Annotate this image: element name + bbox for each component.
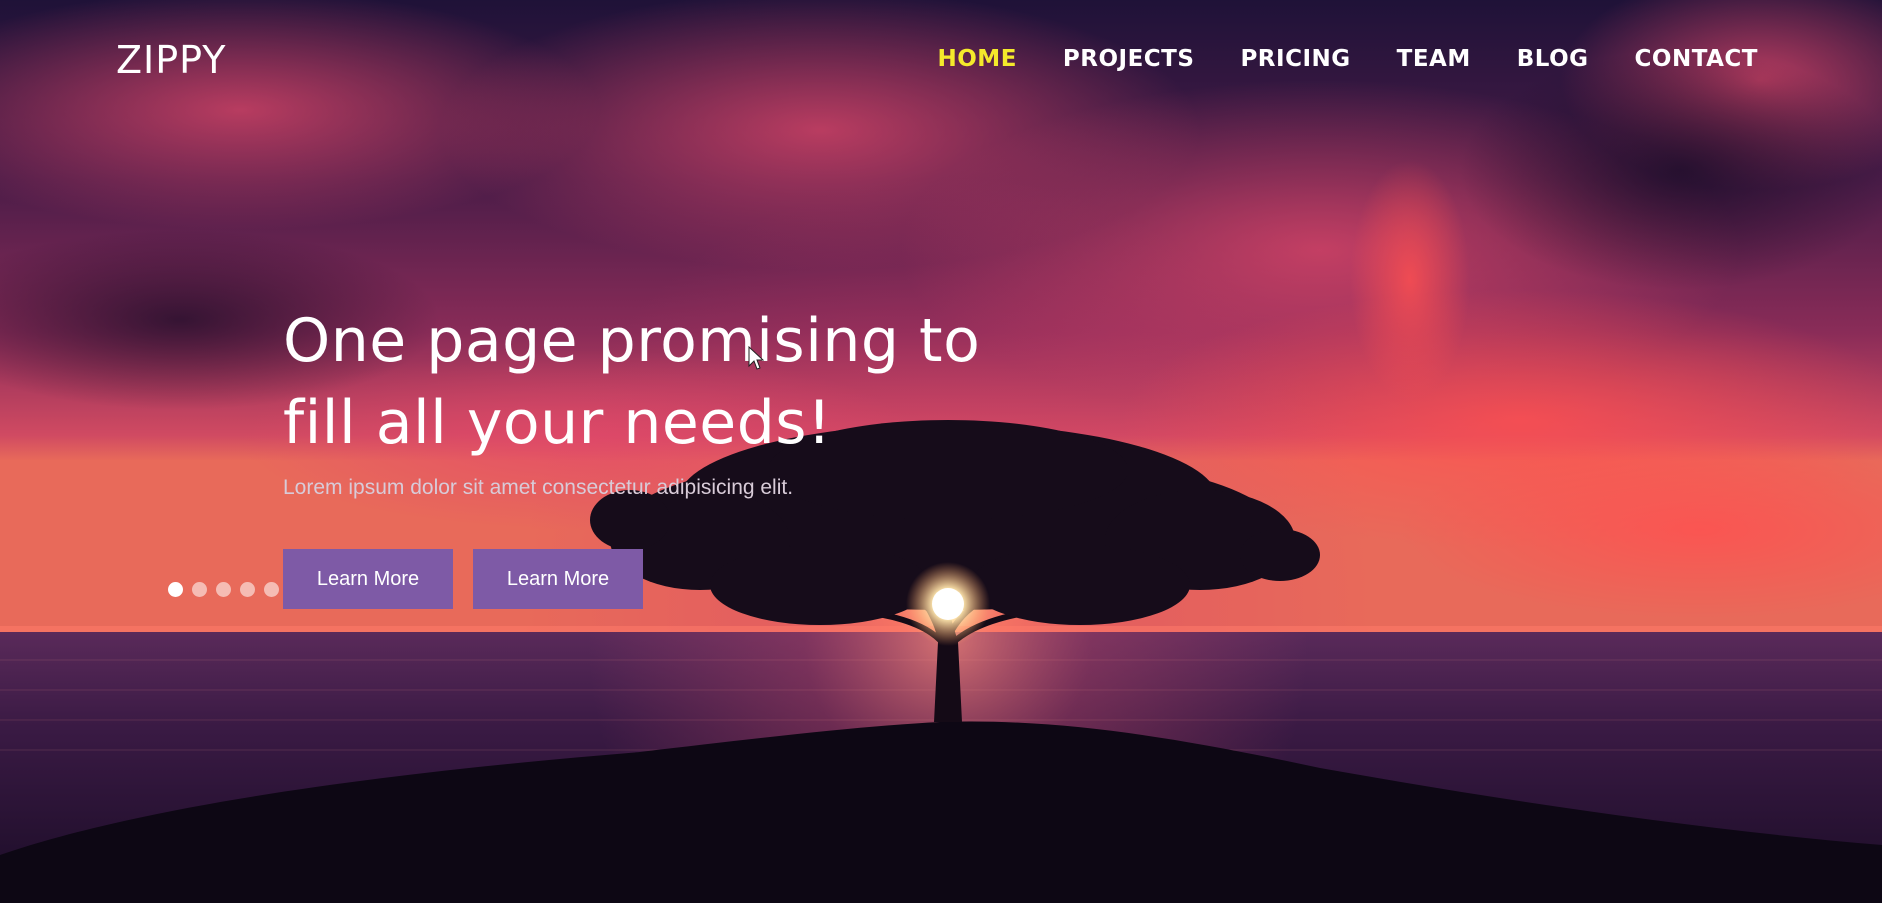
mouse-pointer-icon: [748, 346, 764, 370]
slider-dot-5[interactable]: [264, 582, 279, 597]
nav-item-blog[interactable]: BLOG: [1517, 46, 1589, 72]
nav-item-pricing[interactable]: PRICING: [1240, 46, 1350, 72]
nav-item-projects[interactable]: PROJECTS: [1063, 46, 1195, 72]
slider-dot-4[interactable]: [240, 582, 255, 597]
hero-title: One page promising to fill all your need…: [283, 300, 1043, 464]
slider-dot-3[interactable]: [216, 582, 231, 597]
hero-section: ZIPPY HOME PROJECTS PRICING TEAM BLOG CO…: [0, 0, 1882, 903]
learn-more-button-2[interactable]: Learn More: [473, 549, 643, 609]
nav-menu: HOME PROJECTS PRICING TEAM BLOG CONTACT: [938, 46, 1759, 72]
nav-item-team[interactable]: TEAM: [1397, 46, 1471, 72]
slider-dot-2[interactable]: [192, 582, 207, 597]
hero-title-line-1: One page promising to: [283, 306, 981, 376]
hero-subtitle: Lorem ipsum dolor sit amet consectetur a…: [283, 476, 794, 499]
slider-dot-1[interactable]: [168, 582, 183, 597]
hero-title-line-2: fill all your needs!: [283, 388, 832, 458]
navbar: ZIPPY HOME PROJECTS PRICING TEAM BLOG CO…: [0, 0, 1882, 124]
cta-group: Learn More Learn More: [283, 549, 643, 609]
hero-content: One page promising to fill all your need…: [283, 300, 1043, 500]
nav-item-contact[interactable]: CONTACT: [1635, 46, 1758, 72]
brand-logo[interactable]: ZIPPY: [116, 38, 226, 82]
learn-more-button-1[interactable]: Learn More: [283, 549, 453, 609]
nav-item-home[interactable]: HOME: [938, 46, 1017, 72]
